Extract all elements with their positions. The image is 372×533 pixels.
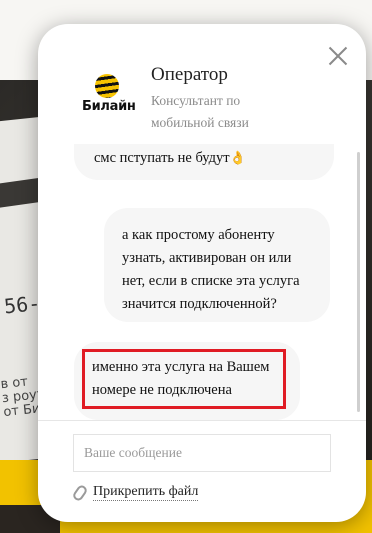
attach-file-label: Прикрепить файл [93,484,199,501]
ok-hand-icon: 👌 [229,150,246,165]
operator-title: Оператор [151,64,228,85]
message-input[interactable] [73,434,331,472]
message-text: смс пступать не будут [94,150,230,166]
message-user: а как простому абоненту узнать, активиро… [104,208,330,322]
close-icon[interactable] [328,46,348,66]
chat-widget: Билайн Оператор Консультант по мобильной… [38,24,366,522]
message-text: именно эта услуга на Вашем номере не под… [92,359,270,398]
brand-name: Билайн [82,99,136,114]
message-text: а как простому абоненту узнать, активиро… [122,227,300,312]
attach-file-button[interactable]: Прикрепить файл [71,483,199,502]
divider [38,420,366,421]
message-operator: именно эта услуга на Вашем номере не под… [74,342,300,420]
operator-subtitle: Консультант по мобильной связи [151,93,249,130]
beeline-ball-icon [95,74,119,98]
beeline-logo: Билайн [82,74,136,134]
paperclip-icon [71,483,89,502]
scrollbar[interactable] [357,152,360,412]
message-list[interactable]: смс пступать не будут👌 а как простому аб… [38,144,366,420]
message-operator: смс пступать не будут👌 [74,144,334,180]
